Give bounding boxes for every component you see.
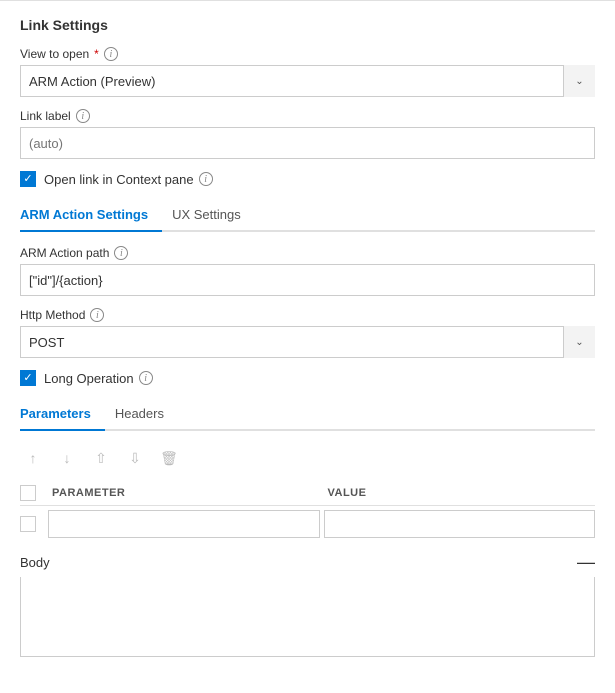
row-checkbox[interactable] [20, 516, 36, 532]
parameters-toolbar: ↑ ↓ ⇧ ⇩ 🗑 [20, 445, 595, 471]
view-to-open-group: View to open * i ARM Action (Preview) ⌄ [20, 47, 595, 97]
row-check-col [20, 516, 44, 532]
long-operation-label: Long Operation i [44, 371, 153, 386]
arm-action-path-info-icon[interactable]: i [114, 246, 128, 260]
move-bottom-button[interactable]: ⇩ [122, 445, 148, 471]
setting-tabs: ARM Action Settings UX Settings [20, 199, 595, 232]
tab-headers[interactable]: Headers [115, 398, 178, 429]
long-operation-info-icon[interactable]: i [139, 371, 153, 385]
long-operation-checkmark-icon: ✓ [23, 373, 32, 384]
tab-arm-action-settings[interactable]: ARM Action Settings [20, 199, 162, 230]
value-input[interactable] [324, 510, 596, 538]
view-to-open-info-icon[interactable]: i [104, 47, 118, 61]
link-label-label: Link label i [20, 109, 595, 123]
open-in-context-info-icon[interactable]: i [199, 172, 213, 186]
body-section: Body — [20, 552, 595, 660]
header-checkbox-col [20, 485, 44, 501]
checkmark-icon: ✓ [23, 174, 32, 185]
http-method-label: Http Method i [20, 308, 595, 322]
http-method-select-wrapper: POST GET PUT DELETE PATCH ⌄ [20, 326, 595, 358]
move-up-button[interactable]: ↑ [20, 445, 46, 471]
tab-ux-settings[interactable]: UX Settings [172, 199, 255, 230]
arm-action-path-group: ARM Action path i [20, 246, 595, 296]
section-title: Link Settings [20, 17, 595, 33]
view-to-open-select[interactable]: ARM Action (Preview) [20, 65, 595, 97]
parameters-table-header: PARAMETER VALUE [20, 481, 595, 506]
body-label-row: Body — [20, 552, 595, 573]
inner-tabs: Parameters Headers [20, 398, 595, 431]
http-method-info-icon[interactable]: i [90, 308, 104, 322]
tab-parameters[interactable]: Parameters [20, 398, 105, 429]
arm-action-path-label: ARM Action path i [20, 246, 595, 260]
move-down-button[interactable]: ↓ [54, 445, 80, 471]
view-to-open-label: View to open * i [20, 47, 595, 61]
arm-action-path-input[interactable] [20, 264, 595, 296]
long-operation-checkbox[interactable]: ✓ [20, 370, 36, 386]
delete-button[interactable]: 🗑 [156, 445, 182, 471]
link-settings-panel: Link Settings View to open * i ARM Actio… [0, 0, 615, 676]
open-in-context-checkbox[interactable]: ✓ [20, 171, 36, 187]
table-row [20, 510, 595, 538]
body-textarea[interactable] [20, 577, 595, 657]
parameter-col-header: PARAMETER [44, 487, 320, 499]
link-label-group: Link label i [20, 109, 595, 159]
http-method-select[interactable]: POST GET PUT DELETE PATCH [20, 326, 595, 358]
move-top-button[interactable]: ⇧ [88, 445, 114, 471]
link-label-info-icon[interactable]: i [76, 109, 90, 123]
link-label-input[interactable] [20, 127, 595, 159]
open-in-context-label: Open link in Context pane i [44, 172, 213, 187]
required-marker: * [94, 47, 99, 61]
value-col-header: VALUE [320, 487, 596, 499]
body-expand-icon[interactable]: — [577, 552, 595, 573]
http-method-group: Http Method i POST GET PUT DELETE PATCH … [20, 308, 595, 358]
parameter-input[interactable] [48, 510, 320, 538]
view-to-open-select-wrapper: ARM Action (Preview) ⌄ [20, 65, 595, 97]
open-in-context-row: ✓ Open link in Context pane i [20, 171, 595, 187]
header-checkbox[interactable] [20, 485, 36, 501]
long-operation-row: ✓ Long Operation i [20, 370, 595, 386]
